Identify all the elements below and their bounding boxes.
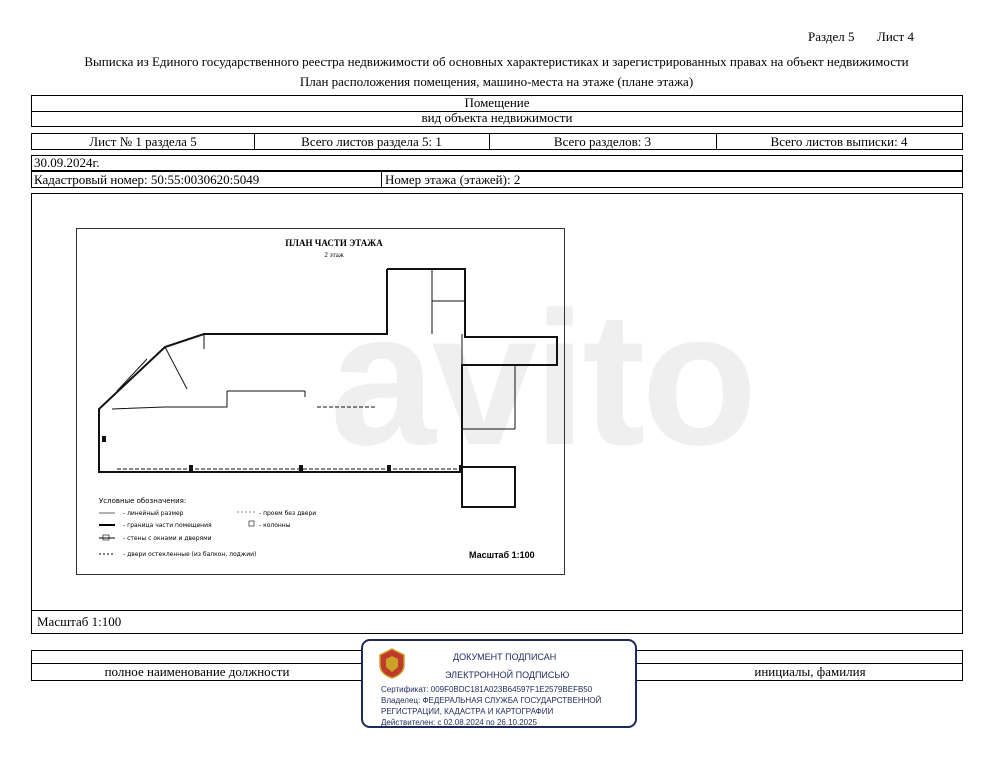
- document-subtitle: План расположения помещения, машино-мест…: [299, 74, 694, 89]
- stamp-certificate: Сертификат: 009F0BDC181A023B64597F1E2579…: [381, 685, 593, 694]
- total-sections: Всего разделов: 3: [553, 134, 652, 149]
- sheet-label: Лист 4: [877, 29, 914, 44]
- total-extract-sheets: Всего листов выписки: 4: [770, 134, 908, 149]
- section-label: Раздел 5: [808, 29, 855, 44]
- legend-title: Условные обозначения:: [99, 497, 187, 505]
- floor-number: Номер этажа (этажей): 2: [385, 172, 521, 187]
- document-title: Выписка из Единого государственного реес…: [84, 54, 909, 69]
- plan-inner-wall: [116, 358, 148, 392]
- sheet-of-section: Лист № 1 раздела 5: [89, 134, 197, 149]
- cadastral-row: Кадастровый номер: 50:55:0030620:5049 Но…: [31, 171, 963, 188]
- scale-row: Масштаб 1:100: [31, 610, 963, 634]
- legend-item: - стены с окнами и дверями: [123, 535, 212, 542]
- position-label: полное наименование должности: [104, 664, 290, 679]
- plan-scale: Масштаб 1:100: [469, 550, 535, 560]
- plan-outer-wall: [98, 268, 558, 508]
- stamp-owner1: Владелец: ФЕДЕРАЛЬНАЯ СЛУЖБА ГОСУДАРСТВЕ…: [381, 696, 602, 705]
- sheets-row: Лист № 1 раздела 5 Всего листов раздела …: [31, 133, 963, 150]
- legend-symbols-right: [237, 511, 255, 527]
- object-kind-label: вид объекта недвижимости: [31, 111, 963, 127]
- plan-column: [459, 465, 463, 472]
- total-section-sheets: Всего листов раздела 5: 1: [301, 134, 442, 149]
- scale-footer: Масштаб 1:100: [37, 614, 122, 629]
- e-signature-stamp: ДОКУМЕНТ ПОДПИСАН ЭЛЕКТРОННОЙ ПОДПИСЬЮ С…: [361, 639, 637, 728]
- plan-inner-wall: [111, 391, 228, 410]
- initials-label: инициалы, фамилия: [754, 664, 866, 679]
- plan-inner-wall: [164, 346, 188, 390]
- legend-item: - линейный размер: [123, 510, 184, 517]
- legend-item: - проем без двери: [259, 510, 317, 517]
- stamp-line2: ЭЛЕКТРОННОЙ ПОДПИСЬЮ: [445, 670, 570, 680]
- stamp-valid: Действителен: с 02.08.2024 по 26.10.2025: [381, 718, 537, 727]
- legend-item: - колонны: [259, 522, 291, 529]
- floor-plan: ПЛАН ЧАСТИ ЭТАЖА 2 этаж Условные обознач…: [76, 228, 565, 575]
- emblem-icon: [379, 648, 405, 679]
- stamp-owner2: РЕГИСТРАЦИИ, КАДАСТРА И КАРТОГРАФИИ: [381, 707, 554, 716]
- object-name: Помещение: [31, 95, 963, 112]
- legend-item: - двери остекленные (из балкон, лоджии): [123, 551, 257, 558]
- stamp-line1: ДОКУМЕНТ ПОДПИСАН: [453, 652, 557, 662]
- extract-date: 30.09.2024г.: [31, 155, 963, 171]
- legend-item: - граница части помещения: [123, 522, 212, 529]
- plan-column: [102, 436, 106, 442]
- cadastral-number: Кадастровый номер: 50:55:0030620:5049: [34, 172, 260, 187]
